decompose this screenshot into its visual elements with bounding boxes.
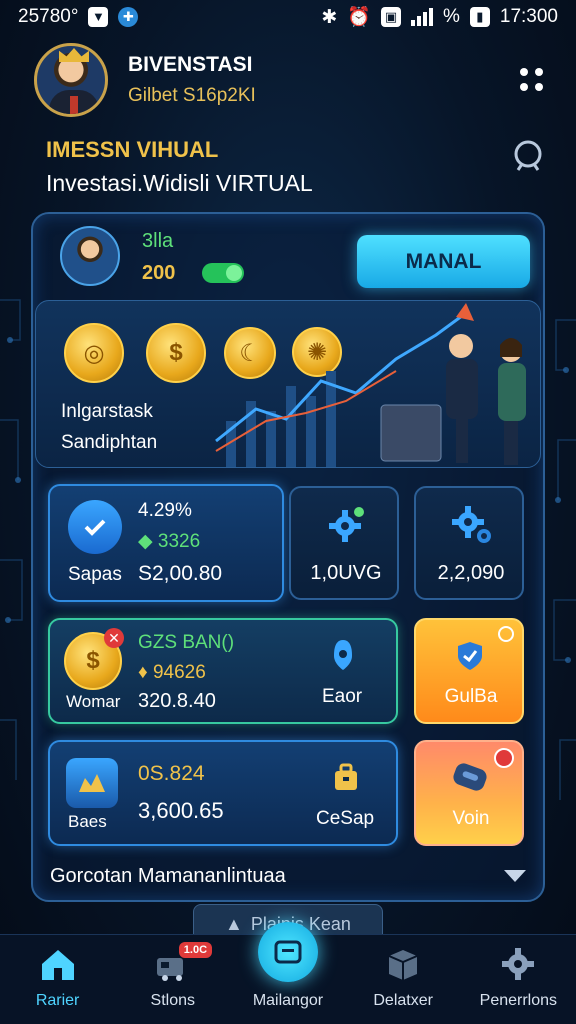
gear-icon [502, 948, 535, 980]
user-balance: 200 [142, 262, 176, 284]
asset-card-gzs[interactable]: $ ✕ Womar GZS BAN() ♦ 94626 320.8.40 Eao… [48, 618, 398, 724]
verified-check-icon [68, 500, 122, 554]
action-card-gulba[interactable]: GulBa [414, 618, 524, 724]
chevron-down-icon [504, 870, 526, 882]
nav-badge: 1.0C [178, 942, 213, 958]
card-change: ♦ 94626 [138, 662, 206, 683]
ticket-icon [453, 763, 487, 791]
notification-icon: ▼ [88, 7, 109, 27]
card-amount: S2,00.80 [138, 562, 223, 585]
alarm-icon: ⏰ [347, 7, 371, 28]
image-icon: ▣ [380, 7, 401, 27]
bluetooth-icon: ✱ [321, 6, 338, 28]
user-row: 3lla 200 MANAL [60, 222, 530, 292]
avatar[interactable] [34, 43, 108, 117]
profile-header: BIVENSTASI Gilbet S16p2KI [34, 40, 546, 120]
card-amount: 3,600.65 [138, 798, 224, 823]
card-name: GZS BAN() [138, 632, 235, 653]
status-bar: 25780° ▼ ✚ ✱ ⏰ ▣ % ▮ 17:300 [0, 0, 576, 34]
shield-icon [458, 642, 482, 670]
promo-banner[interactable]: ◎ $ ☾ ✺ Inlgarstask Sandiphtan [35, 300, 541, 468]
card-mid-label: CeSap [316, 808, 375, 829]
dropdown-label: Gorcotan Mamananlintuaa [50, 864, 286, 887]
action-card-voin[interactable]: Voin [414, 740, 524, 846]
card-label: Womar [66, 692, 121, 711]
wallet-icon [257, 922, 318, 982]
manual-button[interactable]: MANAL [357, 235, 530, 288]
action-label: GulBa [444, 686, 498, 707]
status-left-text: 25780° [18, 6, 79, 27]
briefcase-icon [335, 763, 357, 790]
status-time: 17:300 [499, 6, 558, 27]
alert-badge-icon [494, 748, 514, 768]
action-label: Voin [452, 808, 490, 829]
card-percent: 4.29% [138, 500, 192, 521]
user-name: 3lla [142, 230, 174, 252]
card-mid-label: Eaor [322, 686, 363, 707]
settings-card-2[interactable]: 2,2,090 [414, 486, 524, 600]
nav-label: Delatxer [373, 992, 433, 1009]
nav-item-delivery[interactable]: Delatxer [353, 946, 453, 1010]
portfolio-card-sapas[interactable]: Sapas 4.29% ◆ 3326 S2,00.80 [48, 484, 284, 602]
growth-chart-illustration [215, 303, 526, 467]
bottom-nav: Rarier 1.0C Stlons Mailangor Delatxer Pe… [0, 922, 576, 1024]
trophy-icon [66, 758, 118, 808]
user-avatar[interactable] [60, 226, 120, 286]
home-icon [41, 950, 74, 980]
remove-badge-icon[interactable]: ✕ [104, 628, 124, 648]
card-label: Baes [68, 812, 107, 831]
signal-icon [410, 8, 433, 26]
banner-label-2: Sandiphtan [61, 432, 158, 453]
coin-icon: ◎ [64, 323, 124, 383]
battery-percent: % [442, 6, 460, 27]
nav-label: Mailangor [252, 992, 324, 1009]
nav-item-stations[interactable]: 1.0C Stlons [123, 942, 223, 1010]
nav-item-settings[interactable]: Penerrlons [468, 946, 568, 1010]
brand-subtitle: Gilbet S16p2KI [128, 85, 256, 106]
nav-label: Rarier [35, 992, 80, 1009]
section-title: IMESSN VIHUAL [46, 137, 219, 162]
arrow-up-icon: ▲ [225, 913, 243, 934]
settings-card-1[interactable]: 1,0UVG [289, 486, 399, 600]
more-menu-icon[interactable] [518, 66, 546, 94]
nav-item-wallet[interactable]: Mailangor [238, 922, 338, 1010]
nav-label: Penerrlons [479, 992, 558, 1009]
nav-label: Stlons [150, 992, 196, 1009]
section-subtitle: Investasi.Widisli VIRTUAL [46, 170, 313, 196]
gears-icon [452, 506, 491, 543]
box-icon [388, 950, 418, 980]
search-icon[interactable] [508, 136, 548, 176]
lock-icon [334, 640, 352, 670]
battery-icon: ▮ [469, 7, 490, 27]
card-amount: 320.8.40 [138, 690, 216, 712]
nav-item-home[interactable]: Rarier [8, 946, 108, 1010]
card-label: Sapas [68, 564, 122, 585]
gear-icon [329, 507, 364, 542]
balance-toggle[interactable] [202, 263, 244, 283]
card-value: 2,2,090 [437, 562, 505, 584]
asset-card-baes[interactable]: Baes 0S.824 3,600.65 CeSap [48, 740, 398, 846]
banner-label-1: Inlgarstask [61, 401, 153, 422]
card-value-top: 0S.824 [138, 762, 205, 785]
card-change: ◆ 3326 [138, 531, 201, 552]
card-value: 1,0UVG [310, 562, 382, 584]
badge-icon [498, 626, 514, 642]
dollar-coin-icon: $ [146, 323, 206, 383]
dropdown-selector[interactable]: Gorcotan Mamananlintuaa [50, 858, 526, 894]
brand-title: BIVENSTASI [128, 53, 253, 76]
location-icon: ✚ [118, 7, 139, 27]
